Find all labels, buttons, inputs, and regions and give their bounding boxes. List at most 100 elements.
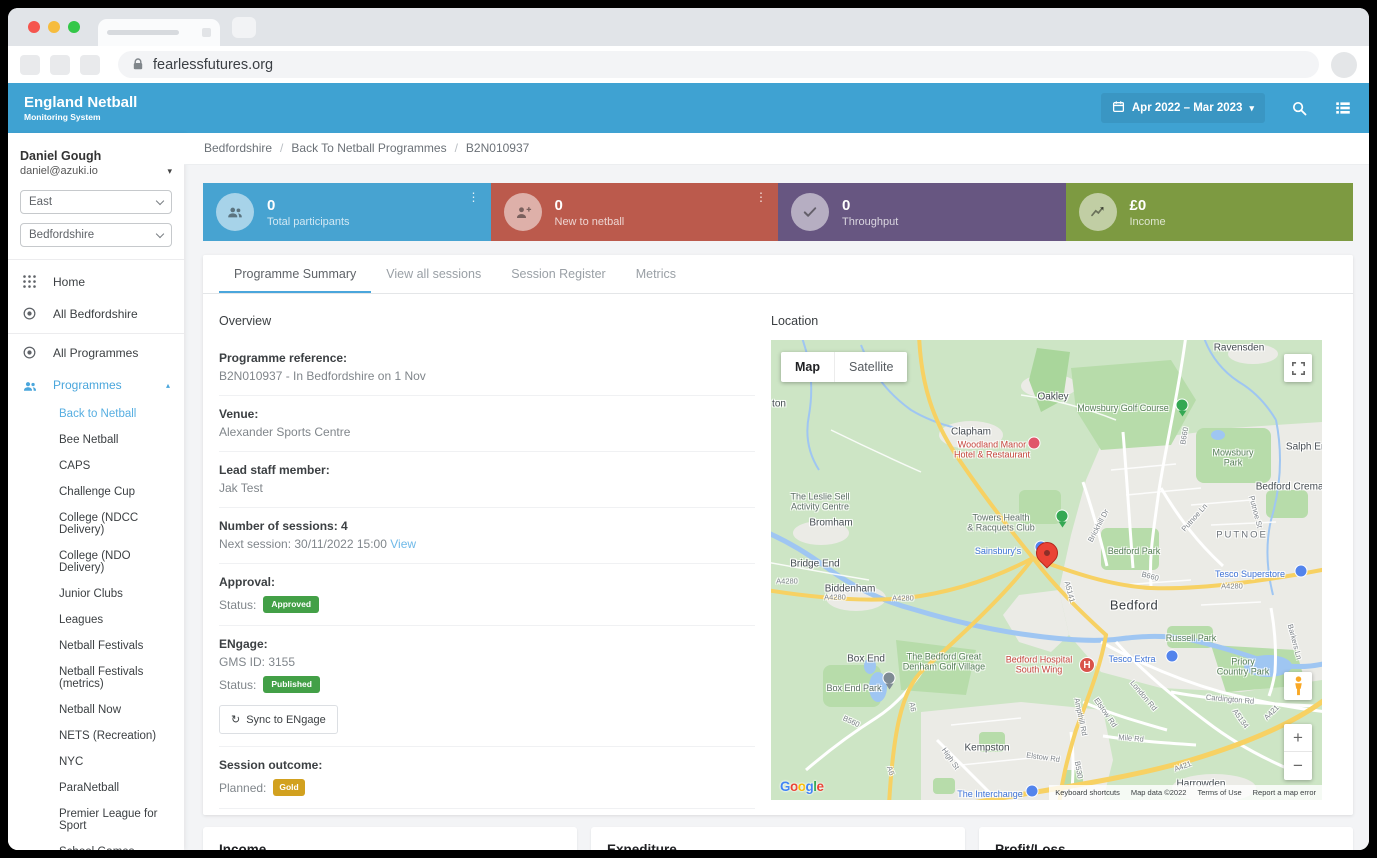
breadcrumb: Bedfordshire/Back To Netball Programmes/…	[184, 133, 1369, 165]
sidebar-item-programmes[interactable]: Programmes▴	[8, 369, 184, 401]
location-heading: Location	[771, 314, 1337, 328]
map-attribution-item[interactable]: Keyboard shortcuts	[1055, 788, 1120, 797]
map-attribution: Keyboard shortcutsMap data ©2022Terms of…	[1049, 785, 1322, 800]
stat-value: 0	[555, 196, 625, 216]
sync-to-engage-button[interactable]: ↻ Sync to ENgage	[219, 705, 338, 734]
zoom-window-button[interactable]	[68, 21, 80, 33]
tab-programme-summary[interactable]: Programme Summary	[219, 255, 371, 293]
tab-title-placeholder	[107, 30, 179, 35]
reload-button[interactable]	[80, 55, 100, 75]
field-label: Lead staff member:	[219, 463, 755, 477]
chevron-down-icon	[156, 229, 164, 237]
programme-link-junior-clubs[interactable]: Junior Clubs	[8, 581, 184, 607]
sidebar-item-all-bedfordshire[interactable]: All Bedfordshire	[8, 298, 184, 330]
forward-button[interactable]	[50, 55, 70, 75]
user-menu[interactable]: Daniel Gough daniel@azuki.io ▾	[8, 133, 184, 181]
programme-link-caps[interactable]: CAPS	[8, 453, 184, 479]
gold-badge: Gold	[273, 779, 304, 796]
tab-close-icon[interactable]	[202, 28, 211, 37]
programme-link-leagues[interactable]: Leagues	[8, 607, 184, 633]
search-icon[interactable]	[1289, 98, 1309, 118]
sidebar-item-home[interactable]: Home	[8, 266, 184, 298]
panel-tabs: Programme SummaryView all sessionsSessio…	[203, 255, 1353, 294]
field-value: Alexander Sports Centre	[219, 425, 755, 439]
programme-link-college-ndo-delivery-[interactable]: College (NDO Delivery)	[8, 543, 184, 581]
profile-avatar[interactable]	[1331, 52, 1357, 78]
programme-link-bee-netball[interactable]: Bee Netball	[8, 427, 184, 453]
store-poi	[1166, 650, 1179, 663]
zoom-in-button[interactable]: +	[1284, 724, 1312, 752]
field-engage: ENgage: GMS ID: 3155 Status: Published ↻…	[219, 626, 755, 747]
app-header: England Netball Monitoring System Apr 20…	[8, 83, 1369, 133]
breadcrumb-item: B2N010937	[466, 141, 529, 155]
personadd-icon	[504, 193, 542, 231]
tab-session-register[interactable]: Session Register	[496, 255, 621, 293]
tab-metrics[interactable]: Metrics	[621, 255, 691, 293]
minimize-window-button[interactable]	[48, 21, 60, 33]
programme-link-netball-festivals[interactable]: Netball Festivals	[8, 633, 184, 659]
stat-card-total-participants: 0Total participants⋮	[203, 183, 491, 241]
breadcrumb-item[interactable]: Back To Netball Programmes	[291, 141, 446, 155]
app-brand[interactable]: England Netball Monitoring System	[24, 94, 137, 121]
field-value: B2N010937 - In Bedfordshire on 1 Nov	[219, 369, 755, 383]
map-button[interactable]: Map	[781, 352, 834, 382]
google-map[interactable]: RavensdentonOakleyClaphamSalph EndBedfor…	[771, 340, 1322, 800]
field-programme-reference: Programme reference: B2N010937 - In Bedf…	[219, 340, 755, 396]
programme-link-college-ndcc-delivery-[interactable]: College (NDCC Delivery)	[8, 505, 184, 543]
breadcrumb-separator: /	[455, 141, 458, 155]
field-lead-staff: Lead staff member: Jak Test	[219, 452, 755, 508]
status-prefix: Status:	[219, 678, 256, 692]
hotel-poi	[1028, 437, 1041, 450]
close-window-button[interactable]	[28, 21, 40, 33]
programme-link-challenge-cup[interactable]: Challenge Cup	[8, 479, 184, 505]
view-session-link[interactable]: View	[390, 537, 416, 551]
fullscreen-button[interactable]	[1284, 354, 1312, 382]
tab-view-all-sessions[interactable]: View all sessions	[371, 255, 496, 293]
calendar-icon	[1112, 100, 1125, 116]
programme-link-school-games[interactable]: School Games	[8, 839, 184, 850]
people-icon	[22, 377, 38, 393]
county-select[interactable]: Bedfordshire	[20, 223, 172, 247]
programme-link-paranetball[interactable]: ParaNetball	[8, 775, 184, 801]
breadcrumb-item[interactable]: Bedfordshire	[204, 141, 272, 155]
programme-link-back-to-netball[interactable]: Back to Netball	[8, 401, 184, 427]
google-logo[interactable]: Google	[780, 779, 824, 794]
lock-icon	[132, 58, 144, 71]
browser-toolbar: fearlessfutures.org	[8, 46, 1369, 83]
programme-link-nets-recreation-[interactable]: NETS (Recreation)	[8, 723, 184, 749]
sidebar-item-label: Programmes	[53, 378, 122, 392]
window-controls	[28, 21, 80, 33]
browser-tab[interactable]	[98, 19, 220, 46]
kebab-menu-icon[interactable]: ⋮	[468, 190, 480, 204]
app-subtitle: Monitoring System	[24, 112, 137, 122]
store-poi	[1026, 785, 1039, 798]
address-bar[interactable]: fearlessfutures.org	[118, 51, 1319, 78]
region-select-value: East	[29, 196, 52, 208]
pegman-control[interactable]	[1284, 672, 1312, 700]
stat-card-throughput: 0Throughput	[778, 183, 1066, 241]
satellite-button[interactable]: Satellite	[834, 352, 907, 382]
map-terrain	[771, 340, 1322, 800]
programme-link-netball-festivals-metrics-[interactable]: Netball Festivals (metrics)	[8, 659, 184, 697]
map-zoom-control: + −	[1284, 724, 1312, 780]
summary-card-expediture: Expediture	[591, 827, 965, 850]
sidebar: Daniel Gough daniel@azuki.io ▾ East Bedf…	[8, 133, 184, 850]
programme-link-nyc[interactable]: NYC	[8, 749, 184, 775]
programme-link-netball-now[interactable]: Netball Now	[8, 697, 184, 723]
trend-icon	[1079, 193, 1117, 231]
back-button[interactable]	[20, 55, 40, 75]
field-venue: Venue: Alexander Sports Centre	[219, 396, 755, 452]
map-attribution-item[interactable]: Terms of Use	[1197, 788, 1241, 797]
target-icon	[22, 345, 38, 361]
new-tab-button[interactable]	[232, 17, 256, 38]
region-select[interactable]: East	[20, 190, 172, 214]
date-range-picker[interactable]: Apr 2022 – Mar 2023 ▾	[1101, 93, 1265, 123]
gms-id: GMS ID: 3155	[219, 655, 755, 669]
kebab-menu-icon[interactable]: ⋮	[755, 190, 767, 204]
zoom-out-button[interactable]: −	[1284, 752, 1312, 780]
sidebar-item-all-programmes[interactable]: All Programmes	[8, 337, 184, 369]
list-view-icon[interactable]	[1333, 98, 1353, 118]
programme-link-premier-league-for-sport[interactable]: Premier League for Sport	[8, 801, 184, 839]
divider	[8, 333, 184, 334]
map-attribution-item[interactable]: Report a map error	[1253, 788, 1316, 797]
